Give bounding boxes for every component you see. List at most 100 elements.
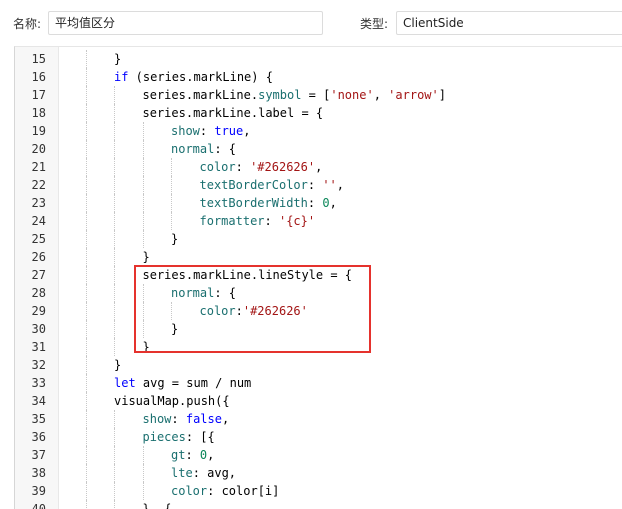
code-editor[interactable]: } if (series.markLine) {series.markLine.s… <box>14 46 622 509</box>
code-token: } <box>171 232 179 246</box>
code-token: 0 <box>322 196 330 210</box>
indent-guide <box>142 140 144 158</box>
code-token: series.markLine.label = { <box>142 106 324 120</box>
indent-guide <box>85 86 87 104</box>
indent-guide <box>85 392 87 410</box>
code-token: color <box>199 160 236 174</box>
code-token: : <box>171 412 186 426</box>
code-line: gt: 0, <box>171 446 214 464</box>
code-token: : <box>185 448 200 462</box>
code-line: let avg = sum / num <box>114 374 251 392</box>
code-token: '' <box>322 178 337 192</box>
line-number: 27 <box>31 268 46 282</box>
indent-guide <box>114 176 115 194</box>
indent-guide <box>114 410 115 428</box>
indent-guide <box>114 302 115 320</box>
indent-guide <box>171 158 172 176</box>
indent-guide <box>114 158 115 176</box>
line-number: 15 <box>31 52 46 66</box>
indent-guide <box>85 482 87 500</box>
indent-guide <box>85 50 87 68</box>
code-line: pieces: [{ <box>143 428 215 446</box>
code-token: normal <box>171 142 215 156</box>
code-token: true <box>214 124 244 138</box>
indent-guide <box>85 266 87 284</box>
indent-guide <box>142 212 144 230</box>
line-number: 24 <box>31 214 46 228</box>
indent-guide <box>114 122 115 140</box>
indent-guide <box>114 446 115 464</box>
indent-guide <box>85 68 87 86</box>
line-number: 33 <box>31 376 46 390</box>
line-number: 23 <box>31 196 46 210</box>
code-line: formatter: '{c}' <box>200 212 316 230</box>
indent-guide <box>85 428 87 446</box>
code-token: ] <box>438 88 446 102</box>
code-token: 'none' <box>330 88 374 102</box>
indent-guide <box>85 338 87 356</box>
indent-guide <box>114 284 115 302</box>
code-token: textBorderColor <box>199 178 308 192</box>
code-token: , <box>329 196 337 210</box>
code-token: = [ <box>301 88 331 102</box>
indent-guide <box>142 158 144 176</box>
code-line: textBorderColor: '', <box>200 176 345 194</box>
code-token: : <box>264 214 279 228</box>
indent-guide <box>85 158 87 176</box>
code-token: let <box>114 376 136 390</box>
code-token: if <box>114 70 129 84</box>
code-token: : color[i] <box>207 484 280 498</box>
line-number: 29 <box>31 304 46 318</box>
code-token: , <box>373 88 389 102</box>
indent-guide <box>85 140 87 158</box>
indent-guide <box>142 482 144 500</box>
indent-guide <box>85 302 87 320</box>
code-token: : <box>199 124 215 138</box>
code-token: series.markLine. <box>142 88 259 102</box>
indent-guide <box>114 104 115 122</box>
line-number: 36 <box>31 430 46 444</box>
indent-guide <box>142 230 144 248</box>
indent-guide <box>85 194 87 212</box>
code-token: pieces <box>142 430 186 444</box>
indent-guide <box>142 464 144 482</box>
name-input[interactable]: 平均值区分 <box>48 11 323 35</box>
code-line: color: color[i] <box>171 482 279 500</box>
code-line: show: false, <box>143 410 230 428</box>
code-token: visualMap.push({ <box>114 394 230 408</box>
indent-guide <box>114 320 115 338</box>
line-number: 37 <box>31 448 46 462</box>
type-input[interactable]: ClientSide <box>396 11 622 35</box>
indent-guide <box>85 356 87 374</box>
code-line: } <box>143 248 150 266</box>
indent-guide <box>114 428 115 446</box>
line-number: 39 <box>31 484 46 498</box>
indent-guide <box>142 122 144 140</box>
indent-guide <box>85 446 87 464</box>
code-token: formatter <box>199 214 265 228</box>
code-token: } <box>114 358 122 372</box>
indent-guide <box>142 176 144 194</box>
code-token: 'arrow' <box>388 88 439 102</box>
code-token: textBorderWidth <box>199 196 308 210</box>
code-token: avg = sum / num <box>135 376 252 390</box>
code-token: show <box>142 412 172 426</box>
indent-guide <box>85 176 87 194</box>
indent-guide <box>114 338 115 356</box>
code-token: , <box>221 412 230 426</box>
line-number: 34 <box>31 394 46 408</box>
indent-guide <box>85 212 87 230</box>
line-number: 19 <box>31 124 46 138</box>
code-token: : <box>307 178 323 192</box>
line-number: 20 <box>31 142 46 156</box>
indent-guide <box>85 122 87 140</box>
indent-guide <box>114 482 115 500</box>
type-label: 类型: <box>360 17 389 31</box>
code-line: } <box>114 50 121 68</box>
indent-guide <box>142 446 144 464</box>
name-label: 名称: <box>13 17 42 31</box>
indent-guide <box>85 248 87 266</box>
code-token: , <box>315 160 323 174</box>
line-number: 26 <box>31 250 46 264</box>
line-number: 16 <box>31 70 46 84</box>
